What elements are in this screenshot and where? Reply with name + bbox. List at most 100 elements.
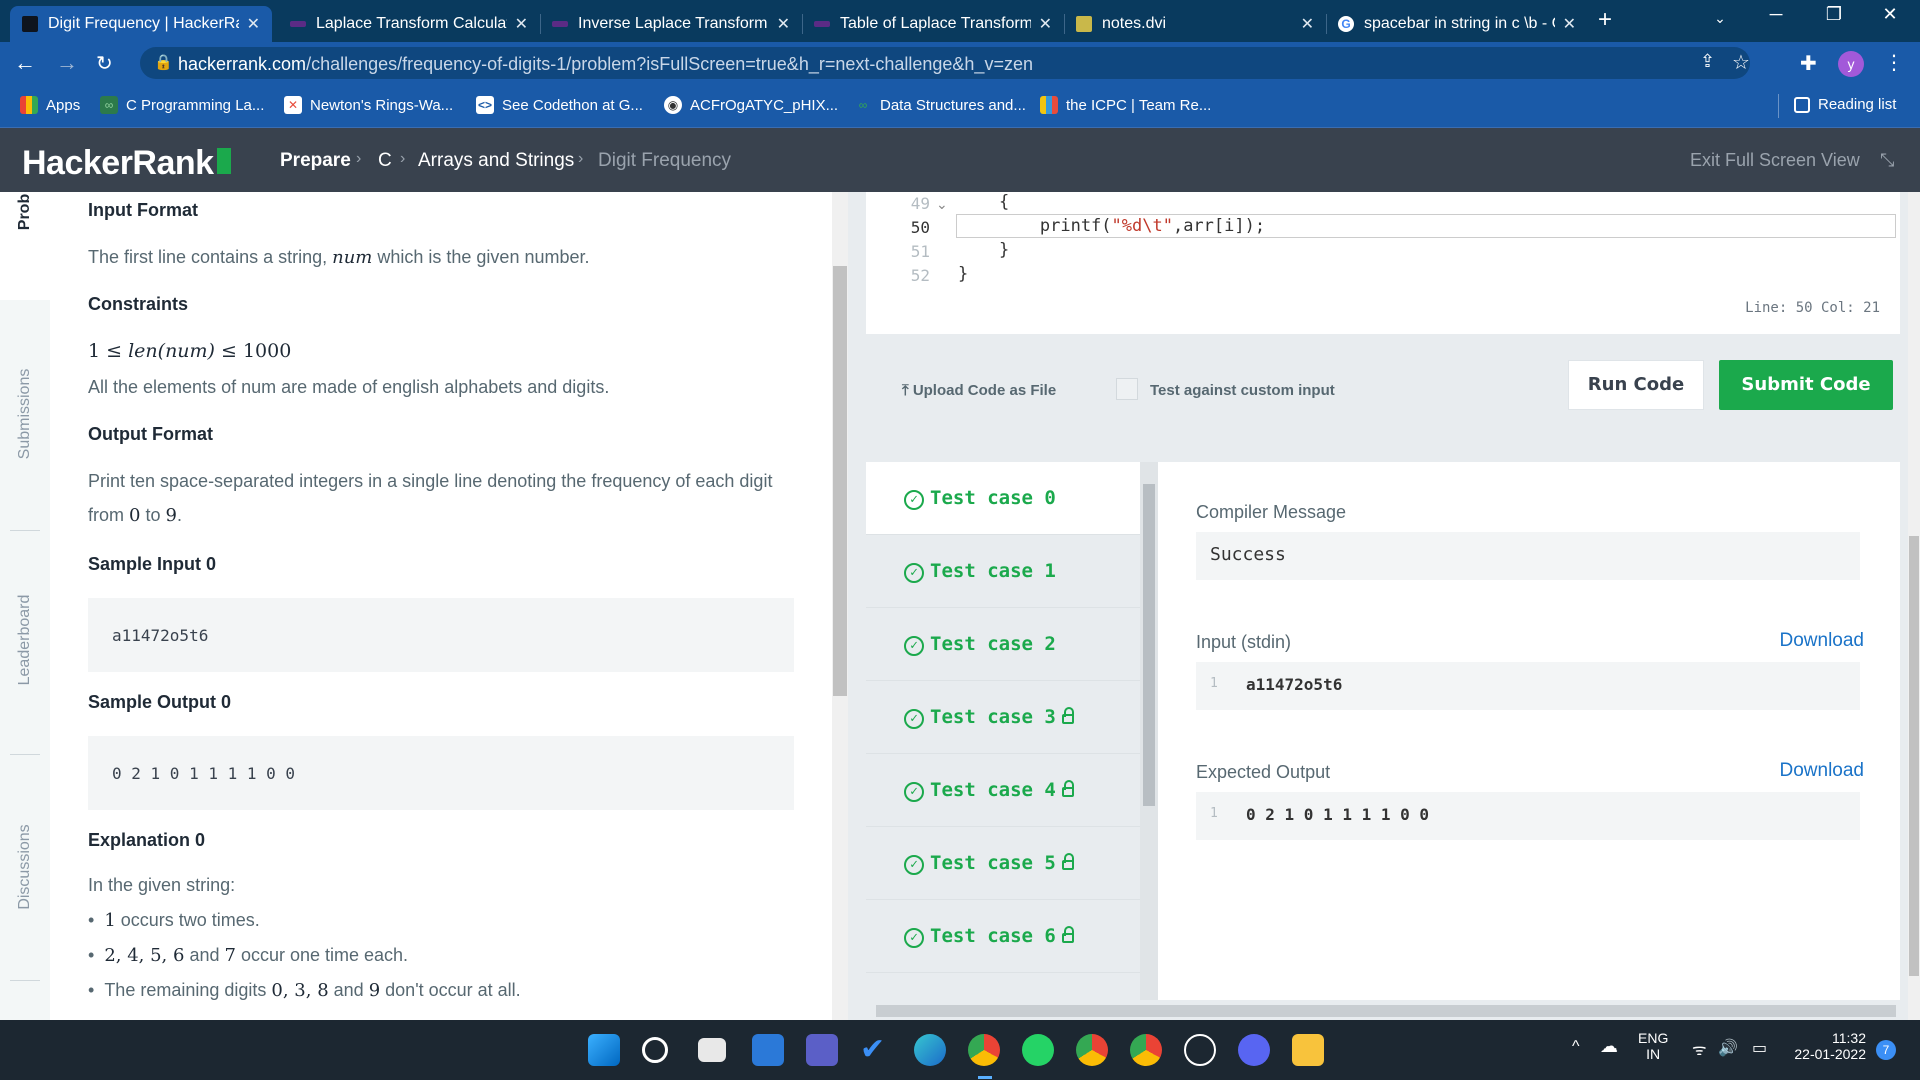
download-expected-link[interactable]: Download [1780, 760, 1865, 782]
discord-icon[interactable] [1238, 1034, 1270, 1066]
close-tab-icon[interactable]: ✕ [1301, 14, 1314, 34]
close-window-button[interactable]: ✕ [1870, 4, 1910, 25]
lock-icon [1061, 853, 1074, 870]
breadcrumb-c[interactable]: C [378, 150, 392, 172]
tab-laplace-table[interactable]: Table of Laplace Transforms ✕ [802, 6, 1064, 42]
language-indicator[interactable]: ENG IN [1638, 1030, 1668, 1062]
back-button[interactable]: ← [14, 50, 36, 76]
hackerrank-header: HackerRank Prepare › C › Arrays and Stri… [0, 128, 1920, 192]
cursor-status: Line: 50 Col: 21 [1745, 300, 1880, 316]
new-tab-button[interactable]: + [1598, 6, 1612, 34]
todo-icon[interactable]: ✔ [860, 1034, 892, 1066]
windows-start-icon[interactable] [588, 1034, 620, 1066]
side-tab-leaderboard[interactable]: Leaderboard [16, 595, 34, 686]
scrollbar-thumb[interactable] [833, 266, 847, 696]
geeks-icon: ∞ [100, 96, 118, 114]
custom-input-label[interactable]: Test against custom input [1150, 382, 1335, 399]
test-case-tab[interactable]: ✓ Test case 6 [866, 900, 1140, 973]
profile-avatar[interactable]: y [1838, 51, 1864, 77]
test-case-tab[interactable]: ✓ Test case 5 [866, 827, 1140, 900]
tab-inverse-laplace[interactable]: Inverse Laplace Transform Calculator ✕ [540, 6, 802, 42]
widgets-icon[interactable] [752, 1034, 784, 1066]
battery-icon[interactable]: ▭ [1752, 1038, 1767, 1058]
chrome-icon[interactable] [1076, 1034, 1108, 1066]
code-editor[interactable]: 49 ⌄ { 50 printf("%d\t",arr[i]); 51 } 52… [866, 192, 1900, 334]
forward-button[interactable]: → [56, 50, 78, 76]
chevron-right-icon: › [356, 150, 362, 167]
breadcrumb-prepare[interactable]: Prepare [280, 150, 351, 172]
bookmark-codethon[interactable]: <> See Codethon at G... [476, 96, 643, 114]
search-icon[interactable] [642, 1037, 668, 1063]
problem-scrollbar[interactable] [832, 192, 848, 1020]
bookmarks-divider [1778, 94, 1779, 118]
close-tab-icon[interactable]: ✕ [515, 14, 528, 34]
submit-code-button[interactable]: Submit Code [1719, 360, 1893, 410]
bookmark-star-icon[interactable]: ☆ [1732, 50, 1750, 75]
clock[interactable]: 11:32 22-01-2022 [1786, 1030, 1866, 1062]
close-tab-icon[interactable]: ✕ [1039, 14, 1052, 34]
download-input-link[interactable]: Download [1780, 630, 1865, 652]
chrome-active-icon[interactable] [968, 1034, 1000, 1066]
test-case-tab[interactable]: ✓ Test case 3 [866, 681, 1140, 754]
page-scrollbar[interactable] [1908, 192, 1920, 1020]
symbolab-favicon-icon [552, 21, 568, 27]
close-tab-icon[interactable]: ✕ [247, 14, 260, 34]
exit-fullscreen-link[interactable]: Exit Full Screen View [1690, 150, 1860, 171]
share-icon[interactable]: ⇪ [1700, 51, 1715, 72]
breadcrumb-arrays-strings[interactable]: Arrays and Strings [418, 150, 574, 172]
close-tab-icon[interactable]: ✕ [1563, 14, 1576, 34]
reload-button[interactable]: ↻ [96, 51, 113, 76]
wifi-icon[interactable]: ᯤ [1692, 1038, 1707, 1060]
tab-search-button[interactable]: ⌄ [1700, 10, 1740, 27]
bookmark-c-programming[interactable]: ∞ C Programming La... [100, 96, 264, 114]
tab-digit-frequency[interactable]: Digit Frequency | HackerRank ✕ [10, 6, 272, 42]
sample-input-block: a11472o5t6 [88, 598, 794, 672]
chrome-profile-icon[interactable] [1130, 1034, 1162, 1066]
file-explorer-icon[interactable] [1292, 1034, 1324, 1066]
test-case-tab[interactable]: ✓ Test case 1 [866, 535, 1140, 608]
expected-output-value: 0 2 1 0 1 1 1 1 0 0 [1246, 805, 1430, 824]
custom-input-checkbox[interactable] [1116, 378, 1138, 400]
side-tab-submissions[interactable]: Submissions [16, 369, 34, 460]
bookmark-newtons-rings[interactable]: ✕ Newton's Rings-Wa... [284, 96, 453, 114]
bookmark-apps[interactable]: Apps [20, 96, 80, 114]
task-view-icon[interactable] [698, 1038, 726, 1062]
horizontal-scrollbar[interactable] [866, 1002, 1908, 1020]
whatsapp-icon[interactable] [1022, 1034, 1054, 1066]
extensions-puzzle-icon[interactable]: ✚ [1800, 51, 1817, 76]
bookmark-acfrog[interactable]: ◉ ACFrOgATYC_pHIX... [664, 96, 838, 114]
test-case-tab[interactable]: ✓ Test case 0 [866, 462, 1140, 535]
test-case-scrollbar[interactable] [1140, 462, 1158, 1000]
reading-list-button[interactable]: Reading list [1794, 96, 1896, 113]
run-code-button[interactable]: Run Code [1568, 360, 1704, 410]
restore-button[interactable]: ❐ [1814, 4, 1854, 25]
hackerrank-logo[interactable]: HackerRank [22, 142, 231, 183]
notification-badge[interactable]: 7 [1876, 1040, 1896, 1060]
url-field[interactable]: 🔒 hackerrank.com/challenges/frequency-of… [140, 47, 1750, 79]
dell-icon[interactable] [1184, 1034, 1216, 1066]
test-case-tab[interactable]: ✓ Test case 2 [866, 608, 1140, 681]
edge-icon[interactable] [914, 1034, 946, 1066]
test-case-tab[interactable]: ✓ Test case 4 [866, 754, 1140, 827]
bookmark-data-structures[interactable]: ∞ Data Structures and... [854, 96, 1026, 114]
kebab-menu-icon[interactable]: ⋮ [1884, 50, 1904, 75]
close-tab-icon[interactable]: ✕ [777, 14, 790, 34]
tab-notes-dvi[interactable]: notes.dvi ✕ [1064, 6, 1326, 42]
fold-chevron-icon[interactable]: ⌄ [936, 196, 948, 213]
scrollbar-thumb[interactable] [1909, 536, 1919, 976]
upload-code-button[interactable]: ⤒ Upload Code as File [902, 382, 1056, 399]
scrollbar-thumb[interactable] [876, 1005, 1896, 1017]
tab-laplace-calculator[interactable]: Laplace Transform Calculator ✕ [278, 6, 540, 42]
chevron-up-icon[interactable]: ^ [1572, 1038, 1580, 1056]
tab-google-search[interactable]: G spacebar in string in c \b - Google Se… [1326, 6, 1588, 42]
volume-icon[interactable]: 🔊 [1718, 1038, 1738, 1058]
bookmark-icpc[interactable]: the ICPC | Team Re... [1040, 96, 1211, 114]
pane-resize-handle[interactable] [848, 192, 866, 1020]
scrollbar-thumb[interactable] [1143, 484, 1155, 806]
minimize-button[interactable]: ─ [1756, 4, 1796, 25]
teams-chat-icon[interactable] [806, 1034, 838, 1066]
collapse-icon[interactable]: ⤡ [1880, 150, 1894, 171]
side-tab-divider [10, 754, 40, 755]
side-tab-discussions[interactable]: Discussions [16, 824, 34, 909]
weather-icon[interactable]: ☁ [1600, 1036, 1618, 1057]
